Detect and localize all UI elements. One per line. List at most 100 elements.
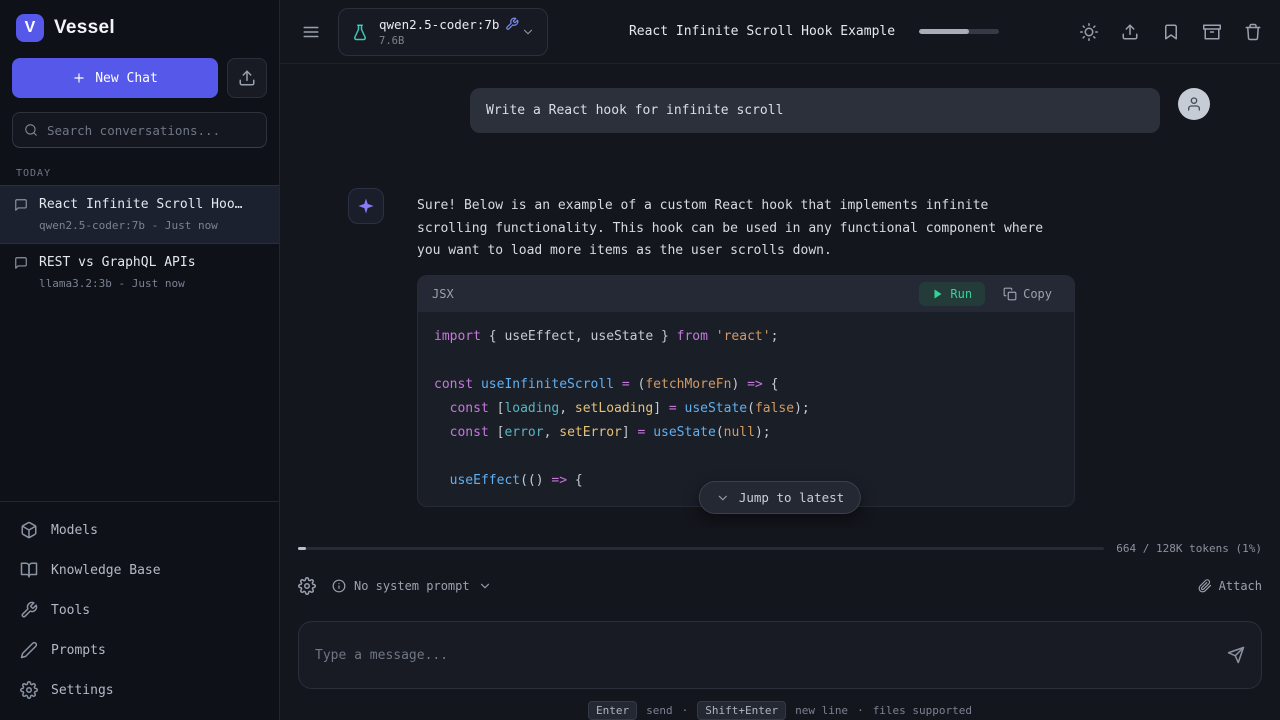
gear-icon	[20, 681, 38, 699]
model-name: qwen2.5-coder:7b	[379, 17, 499, 32]
archive-icon	[1203, 23, 1221, 41]
paperclip-icon	[1198, 579, 1212, 593]
main-panel: qwen2.5-coder:7b 7.6B React Infinite Scr…	[280, 0, 1280, 720]
nav-label: Settings	[51, 683, 114, 698]
pen-icon	[20, 641, 38, 659]
token-usage-bar	[298, 547, 1104, 550]
attach-label: Attach	[1219, 579, 1262, 593]
chevron-down-icon	[521, 25, 535, 39]
delete-chat-button[interactable]	[1244, 23, 1262, 41]
send-icon	[1227, 646, 1245, 664]
sparkle-icon	[357, 197, 375, 215]
nav-label: Knowledge Base	[51, 563, 161, 578]
hamburger-icon	[302, 23, 320, 41]
conversation-title: React Infinite Scroll Hook Example	[39, 197, 247, 212]
page-title: React Infinite Scroll Hook Example	[629, 24, 895, 39]
nav-label: Prompts	[51, 643, 106, 658]
search-icon	[24, 123, 38, 137]
wrench-icon	[20, 601, 38, 619]
composer: 664 / 128K tokens (1%) No system prompt …	[280, 528, 1280, 720]
context-meter-fill	[919, 29, 969, 34]
token-usage-text: 664 / 128K tokens (1%)	[1116, 542, 1262, 555]
export-chats-button[interactable]	[227, 58, 267, 98]
sidebar-item-tools[interactable]: Tools	[0, 590, 279, 630]
new-chat-label: New Chat	[95, 71, 158, 86]
chevron-down-icon	[716, 491, 730, 505]
chat-bubble-icon	[14, 198, 28, 212]
sidebar: V Vessel New Chat TODAY React Infinite S…	[0, 0, 280, 720]
flask-icon	[351, 23, 369, 41]
model-selector[interactable]: qwen2.5-coder:7b 7.6B	[338, 8, 548, 56]
sidebar-toggle-button[interactable]	[302, 23, 320, 41]
conversation-search	[12, 112, 267, 148]
upload-icon	[238, 69, 256, 87]
user-message-bubble: Write a React hook for infinite scroll	[470, 88, 1160, 133]
conversation-item[interactable]: React Infinite Scroll Hook Example qwen2…	[0, 185, 279, 244]
shift-enter-action-label: new line	[795, 704, 848, 717]
logo-icon: V	[16, 14, 44, 42]
system-prompt-dropdown[interactable]: No system prompt	[332, 579, 492, 593]
sun-icon	[1080, 23, 1098, 41]
app-name: Vessel	[54, 17, 115, 39]
separator: ·	[682, 704, 689, 717]
assistant-avatar	[348, 188, 384, 224]
token-usage-fill	[298, 547, 306, 550]
jump-to-latest-label: Jump to latest	[739, 490, 844, 505]
chat-settings-button[interactable]	[298, 577, 316, 595]
keyboard-hints: Enter send · Shift+Enter new line · file…	[298, 701, 1262, 720]
run-code-button[interactable]: Run	[919, 282, 985, 306]
app-logo: V Vessel	[0, 0, 279, 52]
nav-label: Tools	[51, 603, 90, 618]
enter-key-badge: Enter	[588, 701, 637, 720]
user-message-row: Write a React hook for infinite scroll	[348, 88, 1210, 133]
sidebar-item-prompts[interactable]: Prompts	[0, 630, 279, 670]
cube-icon	[20, 521, 38, 539]
sidebar-bottom-nav: Models Knowledge Base Tools Prompts Sett…	[0, 501, 279, 720]
message-input[interactable]	[315, 648, 1215, 663]
code-block-header: JSX Run Copy	[418, 276, 1074, 312]
sidebar-item-knowledge-base[interactable]: Knowledge Base	[0, 550, 279, 590]
files-supported-label: files supported	[873, 704, 972, 717]
book-icon	[20, 561, 38, 579]
gear-icon	[298, 577, 316, 595]
model-size: 7.6B	[379, 35, 511, 47]
conversation-item[interactable]: REST vs GraphQL APIs llama3.2:3b - Just …	[0, 244, 279, 301]
new-chat-button[interactable]: New Chat	[12, 58, 218, 98]
search-input[interactable]	[47, 123, 255, 138]
shift-enter-key-badge: Shift+Enter	[697, 701, 786, 720]
nav-label: Models	[51, 523, 98, 538]
conversation-meta: llama3.2:3b - Just now	[39, 277, 196, 290]
chat-bubble-icon	[14, 256, 28, 270]
copy-code-button[interactable]: Copy	[995, 282, 1060, 306]
sidebar-item-models[interactable]: Models	[0, 510, 279, 550]
plus-icon	[72, 71, 86, 85]
conversation-title: REST vs GraphQL APIs	[39, 255, 196, 270]
assistant-message-text: Sure! Below is an example of a custom Re…	[417, 188, 1065, 263]
conversation-meta: qwen2.5-coder:7b - Just now	[39, 219, 247, 232]
top-bar: qwen2.5-coder:7b 7.6B React Infinite Scr…	[280, 0, 1280, 64]
code-language-label: JSX	[432, 287, 909, 301]
run-label: Run	[950, 287, 972, 301]
info-icon	[332, 579, 346, 593]
jump-to-latest-button[interactable]: Jump to latest	[699, 481, 861, 514]
message-input-box	[298, 621, 1262, 689]
play-icon	[932, 288, 944, 300]
trash-icon	[1244, 23, 1262, 41]
share-chat-button[interactable]	[1121, 23, 1139, 41]
assistant-message-row: Sure! Below is an example of a custom Re…	[348, 188, 1210, 507]
bookmark-chat-button[interactable]	[1162, 23, 1180, 41]
archive-chat-button[interactable]	[1203, 23, 1221, 41]
sidebar-item-settings[interactable]: Settings	[0, 670, 279, 710]
send-button[interactable]	[1227, 646, 1245, 664]
copy-icon	[1003, 287, 1017, 301]
chat-scroll-area: Write a React hook for infinite scroll S…	[280, 64, 1280, 528]
person-icon	[1186, 96, 1202, 112]
attach-file-button[interactable]: Attach	[1198, 579, 1262, 593]
bookmark-icon	[1162, 23, 1180, 41]
composer-controls: No system prompt Attach	[298, 577, 1262, 595]
copy-label: Copy	[1023, 287, 1052, 301]
theme-toggle-button[interactable]	[1080, 23, 1098, 41]
share-icon	[1121, 23, 1139, 41]
code-content: import { useEffect, useState } from 'rea…	[418, 312, 1074, 506]
chevron-down-icon	[478, 579, 492, 593]
